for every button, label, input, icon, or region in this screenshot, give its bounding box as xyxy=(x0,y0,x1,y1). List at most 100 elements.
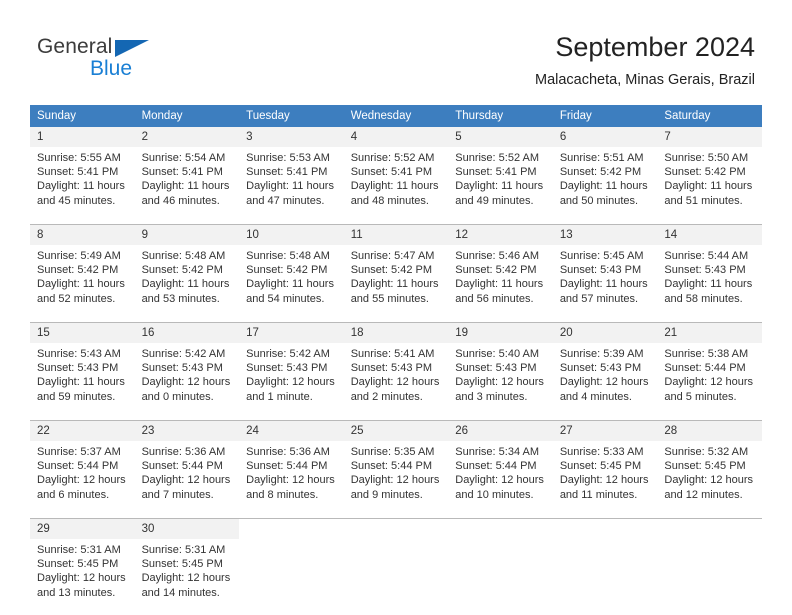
day-number[interactable]: 6 xyxy=(552,127,658,147)
day-cell[interactable]: Sunrise: 5:36 AM Sunset: 5:44 PM Daylight:… xyxy=(134,441,240,517)
day-cell[interactable]: Sunrise: 5:55 AM Sunset: 5:41 PM Daylight:… xyxy=(30,147,135,223)
day-number[interactable]: 4 xyxy=(343,127,449,147)
day-number[interactable]: 19 xyxy=(448,322,553,343)
daylight-text-line2: and 59 minutes. xyxy=(37,390,116,403)
day-number[interactable]: 17 xyxy=(239,322,344,343)
day-cell[interactable]: Sunrise: 5:52 AM Sunset: 5:41 PM Daylight:… xyxy=(343,147,449,223)
sunrise-text: Sunrise: 5:36 AM xyxy=(246,446,330,458)
day-cell[interactable]: Sunrise: 5:36 AM Sunset: 5:44 PM Daylight:… xyxy=(239,441,344,517)
day-number[interactable]: 29 xyxy=(30,518,135,539)
daylight-text-line2: and 51 minutes. xyxy=(664,194,743,207)
day-cell[interactable]: Sunrise: 5:40 AM Sunset: 5:43 PM Daylight:… xyxy=(448,343,553,419)
day-cell-empty xyxy=(448,539,553,615)
day-number[interactable]: 18 xyxy=(343,322,449,343)
day-number[interactable]: 8 xyxy=(30,224,135,245)
day-cell[interactable]: Sunrise: 5:32 AM Sunset: 5:45 PM Daylight:… xyxy=(657,441,762,517)
daylight-text-line2: and 6 minutes. xyxy=(37,488,110,501)
daylight-text-line1: Daylight: 11 hours xyxy=(559,278,648,291)
sunset-text: Sunset: 5:44 PM xyxy=(664,362,746,375)
day-number-row: 22 23 24 25 26 27 28 xyxy=(30,420,762,441)
day-cell[interactable]: Sunrise: 5:33 AM Sunset: 5:45 PM Daylight:… xyxy=(552,441,658,517)
day-number[interactable]: 7 xyxy=(657,127,762,147)
day-cell[interactable]: Sunrise: 5:48 AM Sunset: 5:42 PM Daylight:… xyxy=(134,245,240,321)
daylight-text-line2: and 56 minutes. xyxy=(455,292,534,305)
sunset-text: Sunset: 5:45 PM xyxy=(37,558,119,571)
day-number[interactable]: 16 xyxy=(134,322,240,343)
day-cell[interactable]: Sunrise: 5:35 AM Sunset: 5:44 PM Daylight:… xyxy=(343,441,449,517)
sunrise-text: Sunrise: 5:39 AM xyxy=(559,348,644,360)
day-number[interactable]: 10 xyxy=(239,224,344,245)
day-cell[interactable]: Sunrise: 5:54 AM Sunset: 5:41 PM Daylight:… xyxy=(134,147,240,223)
sunset-text: Sunset: 5:41 PM xyxy=(141,166,223,179)
day-cell[interactable]: Sunrise: 5:41 AM Sunset: 5:43 PM Daylight:… xyxy=(343,343,449,419)
day-cell[interactable]: Sunrise: 5:51 AM Sunset: 5:42 PM Daylight:… xyxy=(552,147,658,223)
day-number[interactable]: 20 xyxy=(552,322,658,343)
weekday-header-saturday: Saturday xyxy=(657,105,762,127)
general-blue-logo[interactable]: General Blue xyxy=(37,36,217,86)
day-number[interactable]: 25 xyxy=(343,420,449,441)
sunset-text: Sunset: 5:42 PM xyxy=(350,264,433,277)
sunrise-text: Sunrise: 5:54 AM xyxy=(141,152,226,164)
title-block: September 2024 Malacacheta, Minas Gerais… xyxy=(535,31,755,89)
day-cell[interactable]: Sunrise: 5:31 AM Sunset: 5:45 PM Daylight:… xyxy=(134,539,240,615)
sunset-text: Sunset: 5:43 PM xyxy=(559,362,642,375)
daylight-text-line2: and 53 minutes. xyxy=(141,292,220,305)
day-cell[interactable]: Sunrise: 5:44 AM Sunset: 5:43 PM Daylight:… xyxy=(657,245,762,321)
daylight-text-line2: and 2 minutes. xyxy=(350,390,423,403)
day-number[interactable]: 2 xyxy=(134,127,240,147)
day-cell[interactable]: Sunrise: 5:42 AM Sunset: 5:43 PM Daylight:… xyxy=(134,343,240,419)
calendar-grid: Sunday Monday Tuesday Wednesday Thursday… xyxy=(30,105,762,615)
day-cell-empty xyxy=(343,518,449,539)
day-cell[interactable]: Sunrise: 5:52 AM Sunset: 5:41 PM Daylight:… xyxy=(448,147,553,223)
day-number[interactable]: 9 xyxy=(134,224,240,245)
day-number[interactable]: 13 xyxy=(552,224,658,245)
day-number[interactable]: 21 xyxy=(657,322,762,343)
daylight-text-line2: and 45 minutes. xyxy=(37,194,116,207)
daylight-text-line2: and 10 minutes. xyxy=(455,488,534,501)
daylight-text-line1: Daylight: 11 hours xyxy=(246,180,334,193)
day-cell[interactable]: Sunrise: 5:38 AM Sunset: 5:44 PM Daylight:… xyxy=(657,343,762,419)
daylight-text-line1: Daylight: 11 hours xyxy=(664,278,753,291)
day-number[interactable]: 3 xyxy=(239,127,344,147)
daylight-text-line1: Daylight: 11 hours xyxy=(664,180,753,193)
day-number[interactable]: 24 xyxy=(239,420,344,441)
day-number[interactable]: 26 xyxy=(448,420,553,441)
day-cell[interactable]: Sunrise: 5:53 AM Sunset: 5:41 PM Daylight:… xyxy=(239,147,344,223)
day-number[interactable]: 12 xyxy=(448,224,553,245)
day-cell[interactable]: Sunrise: 5:37 AM Sunset: 5:44 PM Daylight:… xyxy=(30,441,135,517)
day-cell-empty xyxy=(239,539,344,615)
day-number[interactable]: 23 xyxy=(134,420,240,441)
sunset-text: Sunset: 5:42 PM xyxy=(246,264,328,277)
sunrise-text: Sunrise: 5:35 AM xyxy=(350,446,435,458)
day-cell[interactable]: Sunrise: 5:50 AM Sunset: 5:42 PM Daylight:… xyxy=(657,147,762,223)
day-cell[interactable]: Sunrise: 5:48 AM Sunset: 5:42 PM Daylight:… xyxy=(239,245,344,321)
sunrise-text: Sunrise: 5:34 AM xyxy=(455,446,540,458)
day-number[interactable]: 5 xyxy=(448,127,553,147)
sunset-text: Sunset: 5:43 PM xyxy=(246,362,328,375)
day-cell[interactable]: Sunrise: 5:39 AM Sunset: 5:43 PM Daylight:… xyxy=(552,343,658,419)
day-number[interactable]: 30 xyxy=(134,518,240,539)
day-number[interactable]: 14 xyxy=(657,224,762,245)
sunset-text: Sunset: 5:43 PM xyxy=(141,362,223,375)
day-cell[interactable]: Sunrise: 5:34 AM Sunset: 5:44 PM Daylight:… xyxy=(448,441,553,517)
sunset-text: Sunset: 5:43 PM xyxy=(37,362,119,375)
sunset-text: Sunset: 5:42 PM xyxy=(141,264,223,277)
day-number[interactable]: 27 xyxy=(552,420,658,441)
day-number[interactable]: 1 xyxy=(30,127,135,147)
day-number[interactable]: 22 xyxy=(30,420,135,441)
day-cell[interactable]: Sunrise: 5:49 AM Sunset: 5:42 PM Daylight:… xyxy=(30,245,135,321)
day-cell[interactable]: Sunrise: 5:47 AM Sunset: 5:42 PM Daylight:… xyxy=(343,245,449,321)
page-header: General Blue September 2024 Malacacheta,… xyxy=(0,0,792,100)
day-cell[interactable]: Sunrise: 5:43 AM Sunset: 5:43 PM Daylight:… xyxy=(30,343,135,419)
day-cell[interactable]: Sunrise: 5:45 AM Sunset: 5:43 PM Daylight:… xyxy=(552,245,658,321)
day-number[interactable]: 15 xyxy=(30,322,135,343)
day-cell[interactable]: Sunrise: 5:31 AM Sunset: 5:45 PM Daylight:… xyxy=(30,539,135,615)
day-cell-empty xyxy=(552,539,658,615)
day-cell[interactable]: Sunrise: 5:46 AM Sunset: 5:42 PM Daylight:… xyxy=(448,245,553,321)
day-number[interactable]: 28 xyxy=(657,420,762,441)
day-cell[interactable]: Sunrise: 5:42 AM Sunset: 5:43 PM Daylight:… xyxy=(239,343,344,419)
sunrise-text: Sunrise: 5:50 AM xyxy=(664,152,749,164)
daylight-text-line2: and 50 minutes. xyxy=(559,194,639,207)
calendar-page: General Blue September 2024 Malacacheta,… xyxy=(0,0,792,615)
day-number[interactable]: 11 xyxy=(343,224,449,245)
